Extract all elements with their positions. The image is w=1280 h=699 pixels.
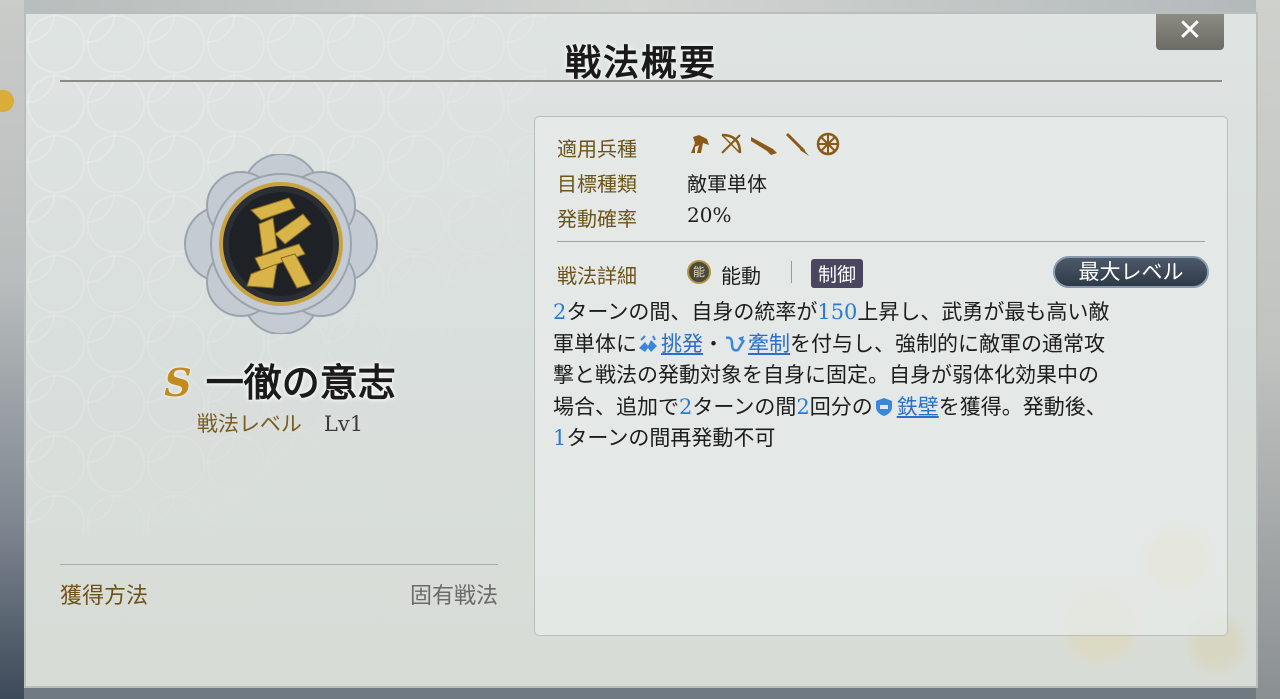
background-right (1256, 0, 1280, 699)
skill-type-label: 能動 (721, 264, 761, 288)
target-type-value: 敵軍単体 (687, 172, 767, 196)
category-tag: 制御 (811, 259, 864, 288)
description-separator: ・ (703, 331, 724, 356)
skill-level-label: 戦法レベル (196, 412, 302, 436)
taunt-icon (639, 334, 657, 352)
spear-icon (785, 132, 809, 156)
active-type-icon: 能 (687, 260, 711, 284)
description-number: 2 (679, 394, 693, 419)
siege-wheel-icon (816, 132, 840, 156)
applicable-units-icons (687, 131, 841, 157)
iron-wall-icon (875, 397, 892, 416)
description-line: 撃と戦法の発動対象を自身に固定。自身が弱体化効果中の (553, 363, 1099, 387)
description-text: 上昇し、武勇が最も高い敵 (857, 300, 1110, 324)
description-text: 場合、追加で (553, 394, 679, 419)
iron-wall-link[interactable]: 鉄壁 (897, 395, 939, 419)
description-line: 場合、追加で2ターンの間2回分の 鉄壁を獲得。発動後、 (553, 392, 1219, 424)
details-divider (557, 241, 1205, 242)
close-button[interactable]: ✕ (1156, 14, 1224, 50)
skill-emblem-icon (184, 154, 378, 334)
description-number: 150 (817, 300, 858, 324)
activation-rate-label: 発動確率 (557, 207, 637, 231)
activation-rate-value: 20% (687, 203, 732, 227)
details-label: 戦法詳細 (557, 264, 637, 288)
description-text: 回分の (809, 394, 873, 419)
type-separator (791, 261, 792, 283)
description-line: 1ターンの間再発動不可 (553, 423, 1219, 455)
description-number: 2 (553, 300, 567, 324)
skill-name-row: S 一徹の意志 (26, 352, 534, 407)
description-text: ターンの間、自身の統率が (566, 300, 818, 324)
archer-icon (721, 133, 742, 154)
description-text: を付与し、強制的に敵軍の通常攻 (790, 331, 1105, 356)
acquisition-value: 固有戦法 (409, 584, 498, 609)
skill-level-row: 戦法レベル Lv1 (26, 408, 534, 438)
description-text: 軍単体に (553, 331, 637, 356)
description-number: 1 (553, 426, 567, 450)
description-line: 2ターンの間、自身の統率が150上昇し、武勇が最も高い敵 (553, 297, 1219, 329)
max-level-button[interactable]: 最大レベル (1053, 256, 1209, 288)
taunt-link[interactable]: 挑発 (661, 332, 703, 356)
acquisition-label: 獲得方法 (60, 584, 149, 609)
restrain-icon (725, 335, 746, 352)
skill-description: 2ターンの間、自身の統率が150上昇し、武勇が最も高い敵 軍単体に 挑発・ 牽制を付… (553, 297, 1219, 455)
skill-name: 一徹の意志 (205, 360, 396, 405)
skill-level-value: Lv1 (323, 412, 364, 436)
target-type-label: 目標種類 (557, 172, 637, 196)
acquisition-divider (60, 564, 498, 565)
skill-detail-panel: 適用兵種 目標種類 敵軍単体 発動確率 20% 戦法詳細 能 能動 制御 最大レ… (534, 116, 1228, 636)
title-divider (60, 80, 1222, 82)
restrain-link[interactable]: 牽制 (748, 332, 790, 356)
applicable-units-label: 適用兵種 (557, 137, 637, 161)
skill-overview-dialog: 戦法概要 ✕ S 一徹の意志 戦法レベル Lv1 獲得方法 固有戦法 適用兵種 … (24, 12, 1258, 688)
dialog-title: 戦法概要 (564, 42, 717, 84)
description-text: ターンの間再発動不可 (566, 426, 776, 450)
description-line: 軍単体に 挑発・ 牽制を付与し、強制的に敵軍の通常攻 (553, 329, 1219, 361)
description-number: 2 (796, 394, 810, 419)
cavalry-icon (691, 135, 709, 153)
gun-icon (751, 137, 777, 155)
description-text: を獲得。発動後、 (938, 394, 1107, 419)
description-text: ターンの間 (692, 394, 797, 419)
skill-grade: S (164, 360, 192, 405)
